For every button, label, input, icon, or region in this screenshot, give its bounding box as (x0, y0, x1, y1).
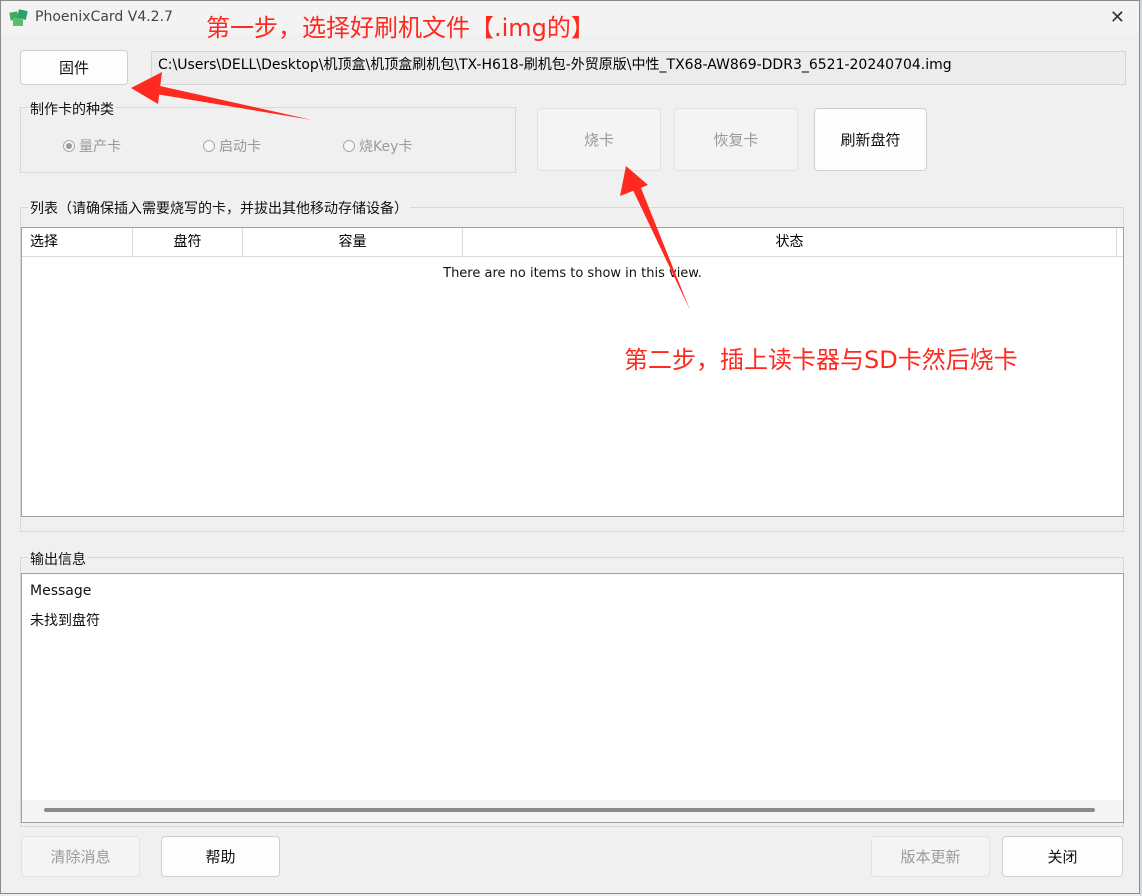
log-line: 未找到盘符 (30, 613, 100, 629)
radio-label: 量产卡 (79, 139, 121, 155)
output-log[interactable]: Message 未找到盘符 (21, 573, 1124, 823)
radio-label: 烧Key卡 (359, 139, 413, 155)
window-close-icon[interactable]: ✕ (1110, 7, 1125, 28)
close-button[interactable]: 关闭 (1002, 836, 1123, 877)
restore-card-button[interactable]: 恢复卡 (674, 108, 798, 171)
clear-messages-button[interactable]: 清除消息 (21, 836, 140, 877)
version-update-button[interactable]: 版本更新 (871, 836, 990, 877)
radio-boot-card[interactable]: 启动卡 (203, 136, 261, 156)
output-label: 输出信息 (28, 549, 88, 569)
scrollbar-thumb[interactable] (44, 808, 1095, 812)
column-header-drive[interactable]: 盘符 (133, 228, 243, 256)
phoenixcard-window: PhoenixCard V4.2.7 ✕ 固件 C:\Users\DELL\De… (0, 0, 1140, 894)
annotation-step2: 第二步，插上读卡器与SD卡然后烧卡 (624, 346, 1018, 374)
radio-label: 启动卡 (219, 139, 261, 155)
window-title: PhoenixCard V4.2.7 (35, 9, 173, 25)
list-label: 列表（请确保插入需要烧写的卡，并拔出其他移动存储设备） (28, 198, 410, 218)
radio-key-card[interactable]: 烧Key卡 (343, 136, 412, 156)
empty-list-message: There are no items to show in this view. (443, 266, 702, 281)
card-type-label: 制作卡的种类 (28, 99, 116, 119)
radio-unchecked-icon (343, 140, 355, 152)
list-header: 选择 盘符 容量 状态 (22, 228, 1123, 257)
radio-checked-icon (63, 140, 75, 152)
horizontal-scrollbar[interactable] (22, 800, 1123, 822)
log-line: Message (30, 583, 92, 599)
radio-mass-production[interactable]: 量产卡 (63, 136, 121, 156)
app-logo-icon (9, 9, 28, 26)
column-header-select[interactable]: 选择 (22, 228, 133, 256)
burn-card-button[interactable]: 烧卡 (537, 108, 661, 171)
refresh-drives-button[interactable]: 刷新盘符 (814, 108, 927, 171)
annotation-step1: 第一步，选择好刷机文件【.img的】 (206, 14, 595, 42)
firmware-button[interactable]: 固件 (20, 50, 128, 85)
help-button[interactable]: 帮助 (161, 836, 280, 877)
column-header-capacity[interactable]: 容量 (243, 228, 463, 256)
column-header-status[interactable]: 状态 (463, 228, 1117, 256)
radio-unchecked-icon (203, 140, 215, 152)
firmware-path-field: C:\Users\DELL\Desktop\机顶盒\机顶盒刷机包\TX-H618… (151, 51, 1126, 85)
